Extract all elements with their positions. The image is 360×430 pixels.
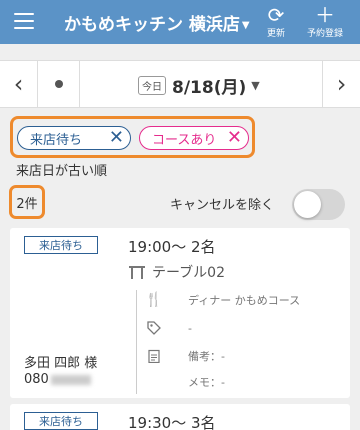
table-name: テーブル02 — [152, 265, 225, 281]
phone-redacted — [50, 374, 91, 385]
guest-name: 多田 四郎 様 — [24, 356, 98, 371]
reservation-card[interactable]: 来店待ち 19:30～ 3名 — [10, 404, 350, 430]
current-date: 8/18(月) — [172, 78, 247, 98]
refresh-label: 更新 — [266, 29, 285, 39]
memo-row: メモ：- — [146, 374, 225, 390]
status-badge: 来店待ち — [24, 236, 98, 254]
caret-down-icon: ▼ — [251, 79, 260, 92]
phone-prefix: 080 — [24, 372, 49, 387]
tag-icon — [146, 320, 162, 336]
next-date-button[interactable]: › — [322, 61, 360, 107]
refresh-button[interactable]: ⟳ 更新 — [262, 4, 290, 39]
reservation-time-party: 19:00～ 2名 — [128, 238, 216, 256]
date-navigation: ‹ 今日 8/18(月) ▼ › — [0, 60, 360, 108]
course-name: ディナー かもめコース — [188, 294, 301, 307]
status-badge: 来店待ち — [24, 412, 98, 430]
divider — [136, 290, 137, 394]
sort-order-label[interactable]: 来店日が古い順 — [16, 160, 107, 179]
table-icon — [129, 266, 145, 279]
table-info: テーブル02 — [128, 262, 225, 282]
filter-chip-waiting[interactable]: 来店待ち ✕ — [17, 126, 131, 150]
clipboard-icon — [146, 348, 162, 364]
filter-chip-course[interactable]: コースあり ✕ — [139, 126, 249, 150]
plus-icon: ＋ — [315, 3, 335, 27]
filter-chip-label: コースあり — [152, 132, 217, 148]
close-icon[interactable]: ✕ — [227, 129, 242, 147]
cutlery-icon: 🍴 — [145, 292, 163, 308]
guest-phone: 080 — [24, 372, 91, 387]
memo-spacer — [146, 374, 162, 390]
refresh-icon: ⟳ — [267, 3, 285, 27]
today-dot-button[interactable] — [38, 61, 80, 107]
active-filters: 来店待ち ✕ コースあり ✕ — [10, 116, 255, 158]
close-icon[interactable]: ✕ — [109, 129, 124, 147]
exclude-cancel-toggle[interactable] — [292, 189, 345, 220]
dot-icon — [54, 80, 63, 88]
store-selector[interactable]: かもめキッチン 横浜店 ▼ — [64, 10, 250, 35]
add-reservation-label: 予約登録 — [306, 29, 343, 39]
note-value: 備考：- — [188, 350, 225, 363]
filter-chip-label: 来店待ち — [30, 132, 83, 148]
tag-row: - — [146, 320, 192, 336]
note-row: 備考：- — [146, 348, 225, 364]
course-row: 🍴 ディナー かもめコース — [145, 292, 301, 308]
menu-icon[interactable] — [14, 13, 34, 31]
memo-value: メモ：- — [188, 376, 225, 389]
store-name: かもめキッチン 横浜店 — [64, 15, 240, 35]
date-picker[interactable]: 今日 8/18(月) ▼ — [138, 73, 260, 98]
today-badge: 今日 — [138, 76, 166, 95]
reservation-card[interactable]: 来店待ち 19:00～ 2名 テーブル02 🍴 ディナー かもめコース - 備考… — [10, 228, 350, 398]
tag-value: - — [188, 321, 192, 335]
caret-down-icon: ▼ — [241, 20, 250, 31]
app-header: かもめキッチン 横浜店 ▼ ⟳ 更新 ＋ 予約登録 — [0, 0, 360, 44]
add-reservation-button[interactable]: ＋ 予約登録 — [303, 4, 347, 39]
exclude-cancel-label: キャンセルを除く — [170, 198, 275, 213]
prev-date-button[interactable]: ‹ — [0, 61, 38, 107]
toggle-knob — [294, 191, 321, 218]
result-count: 2件 — [9, 185, 45, 219]
reservation-time-party: 19:30～ 3名 — [128, 414, 216, 430]
